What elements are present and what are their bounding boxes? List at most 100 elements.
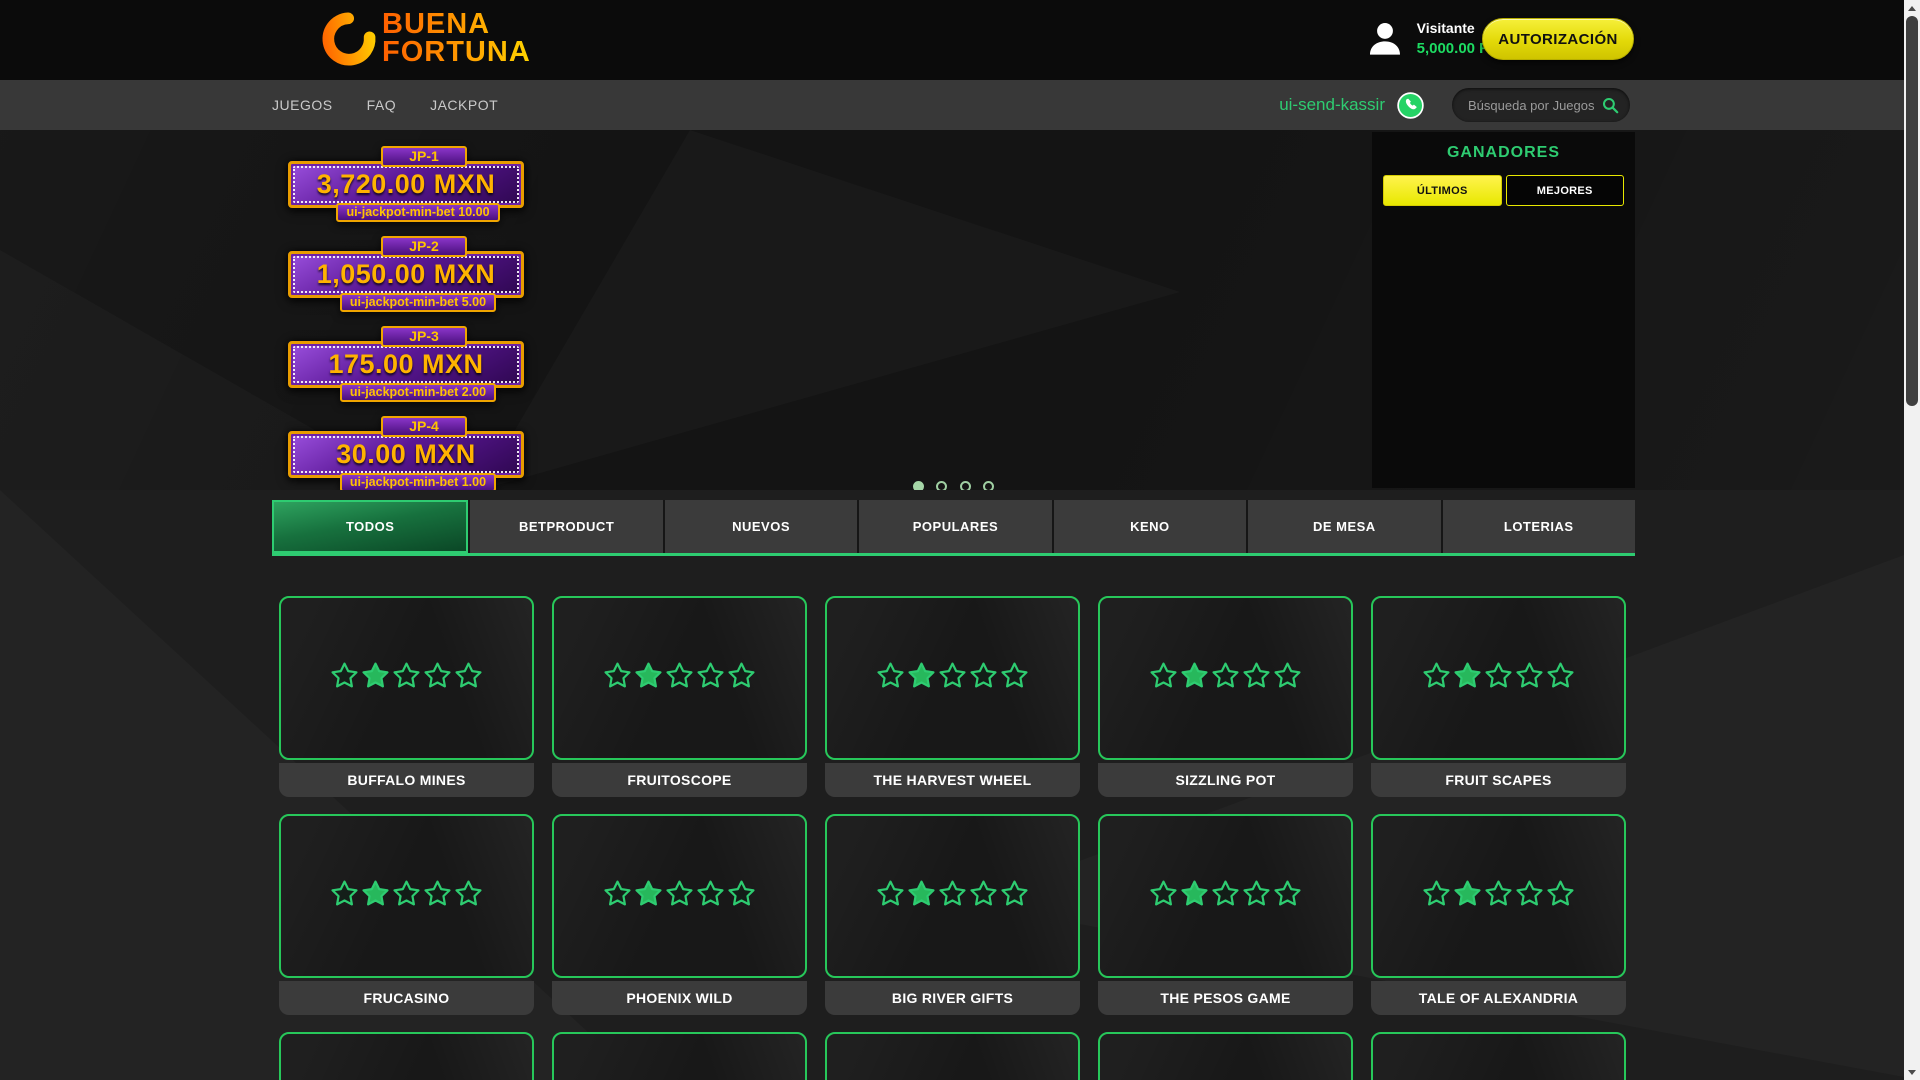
tab-populares[interactable]: POPULARES xyxy=(859,500,1052,553)
game-card-tale-of-alexandria[interactable]: TALE OF ALEXANDRIA xyxy=(1371,814,1626,1015)
game-rating-stars xyxy=(1148,878,1303,914)
jackpot-banner-jp1[interactable]: JP-1 3,720.00 MXN ui-jackpot-min-bet 10.… xyxy=(288,146,524,222)
star-outline-icon xyxy=(1150,662,1177,688)
jackpot-amount: 3,720.00 MXN xyxy=(316,169,496,199)
tab-nuevos[interactable]: NUEVOS xyxy=(664,500,858,553)
page-scrollbar[interactable] xyxy=(1904,0,1920,1080)
carousel-dot-2[interactable] xyxy=(936,481,948,490)
game-thumbnail xyxy=(279,596,534,760)
winners-tab-mejores[interactable]: MEJORES xyxy=(1505,175,1624,206)
jackpot-min-bet: ui-jackpot-min-bet 5.00 xyxy=(339,293,497,312)
authorization-button[interactable]: AUTORIZACIÓN xyxy=(1482,18,1634,60)
send-kassir-link[interactable]: ui-send-kassir xyxy=(1279,91,1424,119)
game-thumbnail xyxy=(552,596,807,760)
winners-tab-ultimos[interactable]: ÚLTIMOS xyxy=(1383,175,1502,206)
jackpot-amount-plate: 1,050.00 MXN xyxy=(288,251,524,298)
game-thumbnail xyxy=(1098,1032,1353,1080)
logo-line2: FORTUNA xyxy=(382,36,531,68)
scrollbar-thumb[interactable] xyxy=(1906,16,1918,406)
scrollbar-down-arrow-icon[interactable] xyxy=(1904,1064,1920,1080)
star-outline-icon xyxy=(1547,662,1574,688)
tab-todos[interactable]: TODOS xyxy=(272,500,469,553)
star-outline-icon xyxy=(1243,662,1270,688)
star-outline-icon xyxy=(970,880,997,906)
logo-text: BUENA FORTUNA xyxy=(382,10,531,68)
star-filled-icon xyxy=(908,880,935,906)
category-tabs: TODOS BETPRODUCT NUEVOS POPULARES KENO D… xyxy=(272,500,1635,556)
star-outline-icon xyxy=(939,880,966,906)
game-card-partial[interactable] xyxy=(1371,1032,1626,1080)
star-filled-icon xyxy=(635,880,662,906)
game-rating-stars xyxy=(1421,660,1576,696)
search-input[interactable] xyxy=(1468,97,1601,113)
game-thumbnail xyxy=(825,1032,1080,1080)
scrollbar-up-arrow-icon[interactable] xyxy=(1904,0,1920,16)
nav-links: JUEGOS FAQ JACKPOT xyxy=(272,97,498,113)
game-thumbnail xyxy=(1098,596,1353,760)
game-thumbnail xyxy=(279,1032,534,1080)
jackpot-banner-jp2[interactable]: JP-2 1,050.00 MXN ui-jackpot-min-bet 5.0… xyxy=(288,236,524,312)
game-card-the-harvest-wheel[interactable]: THE HARVEST WHEEL xyxy=(825,596,1080,797)
game-card-sizzling-pot[interactable]: SIZZLING POT xyxy=(1098,596,1353,797)
star-filled-icon xyxy=(1181,880,1208,906)
star-outline-icon xyxy=(939,662,966,688)
winners-tabs: ÚLTIMOS MEJORES xyxy=(1383,175,1624,206)
carousel-dot-3[interactable] xyxy=(959,481,971,490)
tab-betproduct[interactable]: BETPRODUCT xyxy=(470,500,663,553)
carousel-dot-4[interactable] xyxy=(983,481,995,490)
star-outline-icon xyxy=(697,662,724,688)
jackpot-amount: 1,050.00 MXN xyxy=(316,259,496,289)
page-root: BUENA FORTUNA Visitante 5,000.00 FUN AUT… xyxy=(0,0,1920,1080)
game-card-fruit-scapes[interactable]: FRUIT SCAPES xyxy=(1371,596,1626,797)
game-thumbnail xyxy=(279,814,534,978)
jackpot-label: JP-1 xyxy=(381,146,467,167)
game-rating-stars xyxy=(1421,878,1576,914)
star-outline-icon xyxy=(877,880,904,906)
tab-de-mesa[interactable]: DE MESA xyxy=(1248,500,1441,553)
star-filled-icon xyxy=(908,662,935,688)
game-title: FRUIT SCAPES xyxy=(1371,763,1626,797)
star-outline-icon xyxy=(1212,880,1239,906)
game-card-partial[interactable] xyxy=(279,1032,534,1080)
star-outline-icon xyxy=(393,662,420,688)
search-box xyxy=(1452,88,1630,122)
game-title: PHOENIX WILD xyxy=(552,981,807,1015)
tab-loterias[interactable]: LOTERIAS xyxy=(1442,500,1635,553)
carousel-dot-1[interactable] xyxy=(912,481,924,490)
game-thumbnail xyxy=(825,814,1080,978)
star-outline-icon xyxy=(604,880,631,906)
game-thumbnail xyxy=(1371,814,1626,978)
nav-link-faq[interactable]: FAQ xyxy=(367,97,397,113)
star-outline-icon xyxy=(1516,662,1543,688)
game-card-buffalo-mines[interactable]: BUFFALO MINES xyxy=(279,596,534,797)
jackpot-banner-jp3[interactable]: JP-3 175.00 MXN ui-jackpot-min-bet 2.00 xyxy=(288,326,524,402)
game-card-partial[interactable] xyxy=(1098,1032,1353,1080)
nav-link-jackpot[interactable]: JACKPOT xyxy=(430,97,498,113)
nav-link-juegos[interactable]: JUEGOS xyxy=(272,97,333,113)
send-kassir-label: ui-send-kassir xyxy=(1279,95,1385,114)
game-title: BUFFALO MINES xyxy=(279,763,534,797)
tab-keno[interactable]: KENO xyxy=(1053,500,1247,553)
game-rating-stars xyxy=(329,878,484,914)
star-filled-icon xyxy=(1454,880,1481,906)
jackpot-label: JP-2 xyxy=(381,236,467,257)
game-card-partial[interactable] xyxy=(825,1032,1080,1080)
star-outline-icon xyxy=(666,662,693,688)
logo[interactable]: BUENA FORTUNA xyxy=(318,8,531,70)
jackpot-amount-plate: 3,720.00 MXN xyxy=(288,161,524,208)
game-card-big-river-gifts[interactable]: BIG RIVER GIFTS xyxy=(825,814,1080,1015)
game-rating-stars xyxy=(602,660,757,696)
game-title: THE PESOS GAME xyxy=(1098,981,1353,1015)
game-card-fruitoscope[interactable]: FRUITOSCOPE xyxy=(552,596,807,797)
star-outline-icon xyxy=(728,880,755,906)
game-card-partial[interactable] xyxy=(552,1032,807,1080)
star-outline-icon xyxy=(1547,880,1574,906)
game-rating-stars xyxy=(875,878,1030,914)
games-grid: BUFFALO MINES FRUITOSCOPE THE HARVEST WH… xyxy=(279,596,1626,1080)
game-card-phoenix-wild[interactable]: PHOENIX WILD xyxy=(552,814,807,1015)
jackpot-list: JP-1 3,720.00 MXN ui-jackpot-min-bet 10.… xyxy=(288,146,524,490)
game-card-the-pesos-game[interactable]: THE PESOS GAME xyxy=(1098,814,1353,1015)
game-card-frucasino[interactable]: FRUCASINO xyxy=(279,814,534,1015)
search-icon[interactable] xyxy=(1601,96,1620,115)
game-thumbnail xyxy=(1371,1032,1626,1080)
